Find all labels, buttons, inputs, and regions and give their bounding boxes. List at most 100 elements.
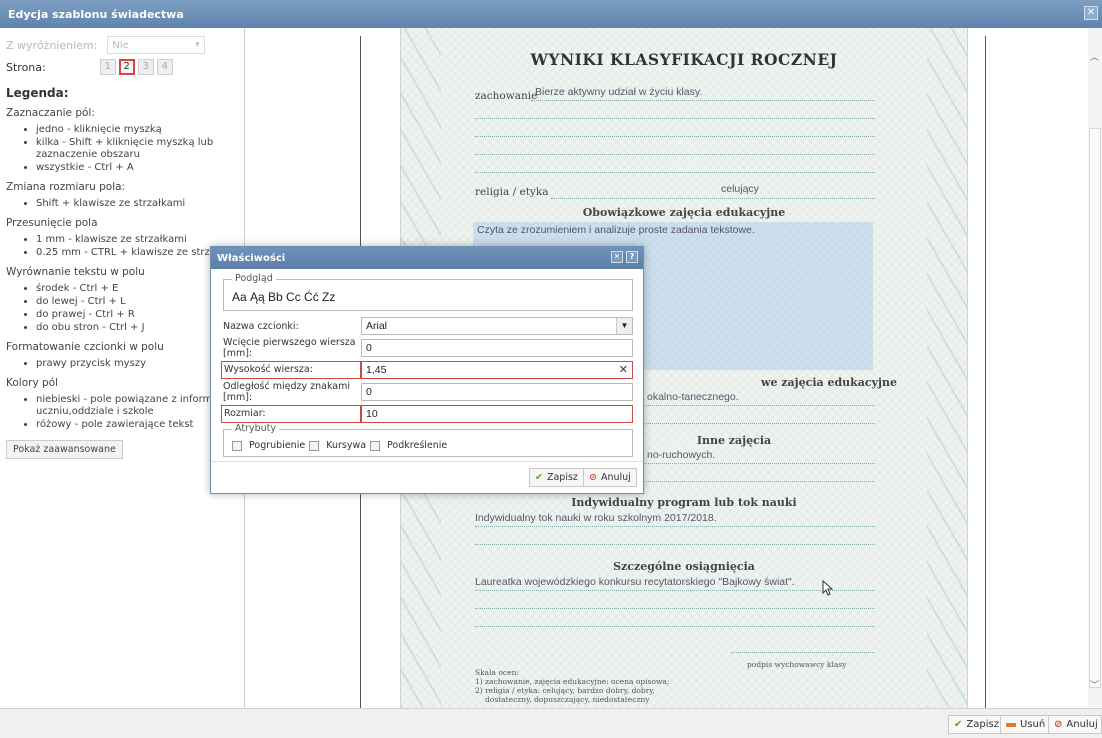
section-title: Zmiana rozmiaru pola: <box>6 181 126 193</box>
section-title: Przesunięcie pola <box>6 217 98 229</box>
size-row: Rozmiar: 10 <box>221 405 633 423</box>
clear-icon[interactable]: ✕ <box>619 362 628 378</box>
grade-scale-label: Skala ocen: <box>475 668 519 677</box>
underline-checkbox[interactable] <box>370 440 381 451</box>
dotted-line <box>551 198 875 199</box>
page-label: Strona: <box>6 60 46 74</box>
spacing-value: 0 <box>366 386 372 398</box>
mouse-cursor-icon <box>822 580 834 596</box>
spacing-label: Odległość między znakami [mm]: <box>223 381 351 403</box>
size-label: Rozmiar: <box>221 405 361 423</box>
dialog-save-button[interactable]: ✔ Zapisz <box>529 468 584 487</box>
italic-label: Kursywa <box>326 440 367 451</box>
scroll-up-icon[interactable]: ︿ <box>1090 50 1099 63</box>
bold-label: Pogrubienie <box>249 440 306 451</box>
list-item: kilka - Shift + kliknięcie myszką lub za… <box>36 137 244 161</box>
dotted-line <box>475 118 875 119</box>
section-title: Formatowanie czcionki w polu <box>6 341 164 353</box>
distinction-label: Z wyróżnieniem: <box>6 38 98 52</box>
save-button-label: Zapisz <box>966 719 999 730</box>
line-height-input[interactable]: 1,45 ✕ <box>361 361 633 379</box>
show-advanced-button[interactable]: Pokaż zaawansowane <box>6 440 123 459</box>
cancel-button[interactable]: ⊘ Anuluj <box>1048 715 1102 734</box>
individual-program-field[interactable]: Indywidualny tok nauki w roku szkolnym 2… <box>475 512 717 524</box>
dotted-line <box>475 526 875 527</box>
close-icon[interactable]: ✕ <box>1084 6 1098 20</box>
scroll-down-icon[interactable]: ﹀ <box>1090 678 1099 691</box>
legend-title: Legenda: <box>6 86 69 100</box>
preview-box: Podgląd Aa Ąą Bb Cc Ćć Zz <box>223 273 633 311</box>
distinction-value: Nie <box>112 39 129 51</box>
additional-subjects-field[interactable]: okalno-tanecznego. <box>647 391 739 403</box>
cancel-button-label: Anuluj <box>1066 719 1098 730</box>
page-buttons: 1 2 3 4 <box>99 59 173 75</box>
delete-button-label: Usuń <box>1020 719 1046 730</box>
list-item: jedno - kliknięcie myszką <box>36 124 244 136</box>
dotted-line <box>475 626 875 627</box>
vertical-scrollbar[interactable]: ︿ ﹀ <box>1088 28 1102 708</box>
preview-text: Aa Ąą Bb Cc Ćć Zz <box>232 290 336 304</box>
dialog-save-label: Zapisz <box>546 472 578 483</box>
spacing-input[interactable]: 0 <box>361 383 633 401</box>
check-icon: ✔ <box>535 472 543 483</box>
scrollbar-thumb[interactable] <box>1089 128 1101 688</box>
page-button-3[interactable]: 3 <box>137 59 154 75</box>
page-button-1[interactable]: 1 <box>99 59 116 75</box>
italic-checkbox[interactable] <box>309 440 320 451</box>
indent-label: Wcięcie pierwszego wiersza [mm]: <box>223 337 356 359</box>
mandatory-subjects-title: Obowiązkowe zajęcia edukacyjne <box>582 206 786 219</box>
font-select[interactable]: Arial ▼ <box>361 317 633 335</box>
list-item: 1 mm - klawisze ze strzałkami <box>36 234 244 246</box>
dialog-separator <box>211 461 643 462</box>
margin-line-right <box>985 36 986 708</box>
page-button-4[interactable]: 4 <box>156 59 173 75</box>
close-icon[interactable]: ✕ <box>611 251 623 263</box>
delete-button[interactable]: Usuń <box>1000 715 1052 734</box>
preview-legend: Podgląd <box>232 273 276 284</box>
indent-value: 0 <box>366 342 372 354</box>
distinction-row: Z wyróżnieniem: Nie ▾ <box>6 34 244 56</box>
list-item: wszystkie - Ctrl + A <box>36 162 244 174</box>
dotted-line <box>475 172 875 173</box>
check-icon: ✔ <box>954 719 963 730</box>
help-icon[interactable]: ? <box>626 251 638 263</box>
page-button-2[interactable]: 2 <box>118 59 135 75</box>
dialog-cancel-button[interactable]: ⊘ Anuluj <box>583 468 637 487</box>
dotted-line <box>475 590 875 591</box>
window-titlebar: Edycja szablonu świadectwa ✕ <box>0 0 1102 28</box>
grade-scale-line-3: dostateczny, dopuszczający, niedostatecz… <box>485 695 650 704</box>
behavior-label: zachowanie <box>475 90 538 102</box>
line-height-label: Wysokość wiersza: <box>221 361 361 379</box>
spacing-row: Odległość między znakami [mm]: 0 <box>223 381 633 403</box>
bottom-toolbar: ✔ Zapisz Usuń ⊘ Anuluj <box>0 708 1102 738</box>
signature-label: podpis wychowawcy klasy <box>747 660 847 669</box>
ornament-right <box>927 28 967 708</box>
bold-checkbox[interactable] <box>232 440 242 451</box>
size-value: 10 <box>366 408 378 420</box>
other-activities-field[interactable]: no-ruchowych. <box>647 449 715 461</box>
window-title: Edycja szablonu świadectwa <box>8 7 184 21</box>
section-title: Zaznaczanie pól: <box>6 107 95 119</box>
dotted-line <box>475 136 875 137</box>
dialog-cancel-label: Anuluj <box>600 472 631 483</box>
dotted-line <box>475 544 875 545</box>
dialog-title: Właściwości <box>217 252 286 264</box>
section-list: jedno - kliknięcie myszką kilka - Shift … <box>36 124 244 174</box>
mandatory-subjects-text: Czyta ze zrozumieniem i analizuje proste… <box>477 224 755 236</box>
section-title: Kolory pól <box>6 377 59 389</box>
attributes-items: Pogrubienie Kursywa Podkreślenie <box>232 440 447 451</box>
individual-program-title: Indywidualny program lub tok nauki <box>571 496 797 509</box>
signature-line <box>731 652 875 653</box>
size-input[interactable]: 10 <box>361 405 633 423</box>
chevron-down-icon: ▾ <box>195 40 200 50</box>
save-button[interactable]: ✔ Zapisz <box>948 715 1005 734</box>
indent-row: Wcięcie pierwszego wiersza [mm]: 0 <box>223 337 633 359</box>
indent-input[interactable]: 0 <box>361 339 633 357</box>
religion-label: religia / etyka <box>475 186 549 198</box>
chevron-down-icon[interactable]: ▼ <box>616 318 632 334</box>
achievements-field[interactable]: Laureatka wojewódzkiego konkursu recytat… <box>475 576 795 588</box>
behavior-field[interactable]: Bierze aktywny udział w życiu klasy. <box>535 86 702 98</box>
achievements-title: Szczególne osiągnięcia <box>613 560 755 573</box>
section-title: Wyrównanie tekstu w polu <box>6 266 145 278</box>
religion-field[interactable]: celujący <box>721 183 759 195</box>
